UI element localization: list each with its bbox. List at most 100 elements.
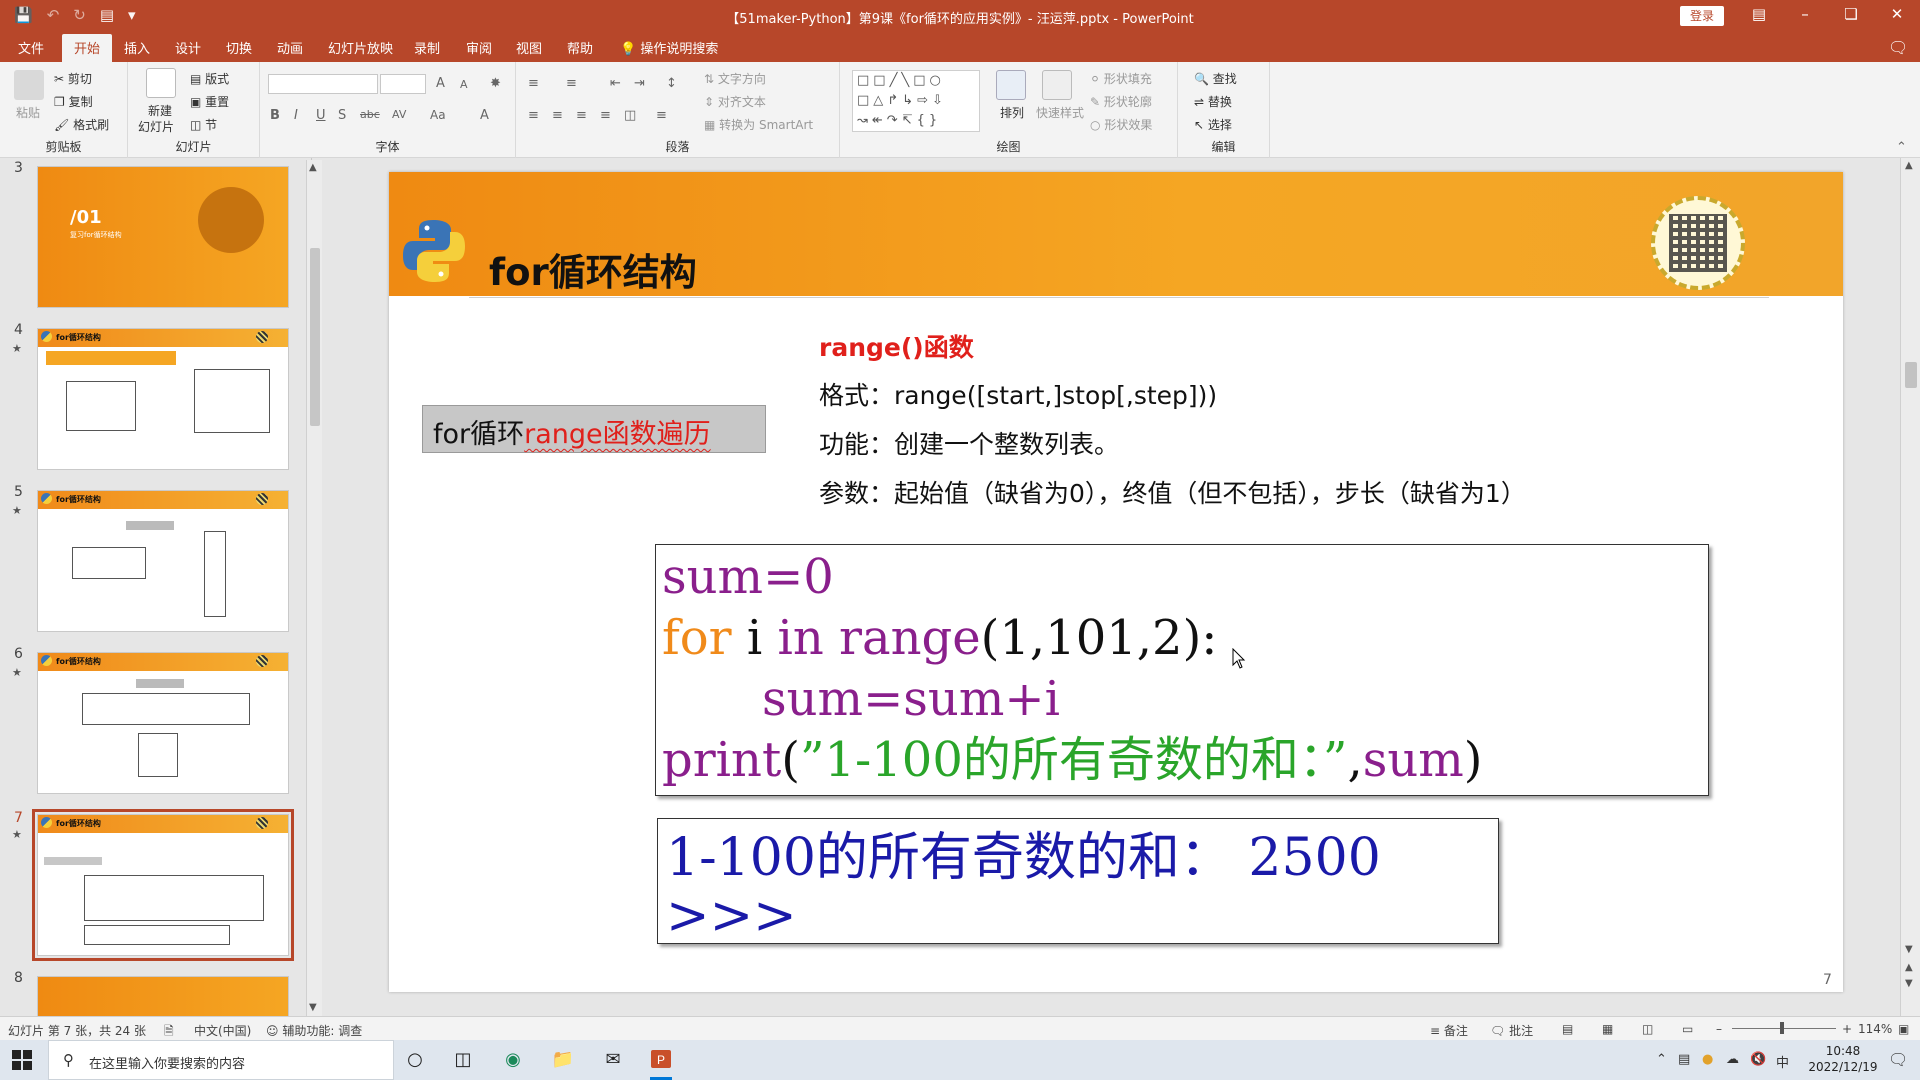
columns-icon[interactable]: ◫ <box>624 108 636 123</box>
slide-thumbnail-6[interactable]: for循环结构 <box>37 652 289 794</box>
cloud-icon[interactable]: ☁ <box>1726 1052 1739 1067</box>
arrange-button[interactable]: 排列 <box>1000 104 1024 121</box>
tell-me-search[interactable]: 💡 操作说明搜索 <box>620 38 718 57</box>
ime-indicator[interactable]: 中 <box>1776 1052 1789 1071</box>
bold-icon[interactable]: B <box>270 108 280 123</box>
output-block[interactable]: 1-100的所有奇数的和： 2500 >>> <box>657 818 1499 945</box>
zoom-slider[interactable] <box>1732 1028 1836 1029</box>
code-block[interactable]: sum=0 for i in range(1,101,2): sum=sum+i… <box>655 544 1709 796</box>
topic-label-box[interactable]: for循环range函数遍历 <box>422 405 766 453</box>
slideshow-view-icon[interactable]: ▭ <box>1682 1022 1693 1036</box>
notifications-icon[interactable]: 🗨 <box>1888 1050 1908 1069</box>
strikethrough-icon[interactable]: abc <box>360 108 380 121</box>
login-button[interactable]: 登录 <box>1680 6 1724 26</box>
line-spacing-icon[interactable]: ↕ <box>666 76 677 91</box>
numbering-icon[interactable]: ≡ <box>566 76 577 91</box>
shape-outline-button[interactable]: ✎ 形状轮廓 <box>1090 93 1152 110</box>
minimize-button[interactable]: – <box>1790 5 1820 23</box>
scroll-down-arrow-icon[interactable]: ▼ <box>1905 944 1913 955</box>
tab-record[interactable]: 录制 <box>414 38 440 57</box>
slide-thumbnail-5[interactable]: for循环结构 <box>37 490 289 632</box>
decrease-font-icon[interactable]: A <box>460 78 468 91</box>
previous-slide-icon[interactable]: ▲ <box>1905 962 1913 973</box>
scroll-thumb[interactable] <box>310 248 320 426</box>
align-left-icon[interactable]: ≡ <box>528 108 539 123</box>
copy-button[interactable]: ❐ 复制 <box>54 93 93 110</box>
quick-styles-button[interactable]: 快速样式 <box>1036 104 1084 121</box>
tab-animations[interactable]: 动画 <box>277 38 303 57</box>
notes-button[interactable]: ≡ 备注 <box>1430 1022 1468 1039</box>
shape-fill-button[interactable]: ⚪ 形状填充 <box>1090 70 1152 87</box>
justify-icon[interactable]: ≡ <box>600 108 611 123</box>
reset-button[interactable]: ▣ 重置 <box>190 93 229 110</box>
range-heading[interactable]: range()函数 <box>819 328 974 364</box>
font-size-combo[interactable] <box>380 74 426 94</box>
slide-thumbnail-7[interactable]: for循环结构 <box>32 809 294 961</box>
paste-icon[interactable] <box>14 70 44 100</box>
new-slide-icon[interactable] <box>146 68 176 98</box>
zoom-level[interactable]: 114% <box>1858 1022 1892 1036</box>
smartart-button[interactable]: ▦ 转换为 SmartArt <box>704 116 813 133</box>
cortana-icon[interactable]: ○ <box>402 1048 428 1072</box>
paste-button[interactable]: 粘贴 <box>16 104 40 121</box>
shape-effects-button[interactable]: ○ 形状效果 <box>1090 116 1152 133</box>
find-button[interactable]: 🔍 查找 <box>1194 70 1237 87</box>
char-spacing-icon[interactable]: AV <box>392 108 406 121</box>
range-function-line[interactable]: 功能：创建一个整数列表。 <box>819 425 1119 461</box>
file-explorer-icon[interactable]: 📁 <box>550 1048 576 1072</box>
new-slide-label[interactable]: 幻灯片 <box>138 118 174 135</box>
normal-view-icon[interactable]: ▤ <box>1562 1022 1573 1036</box>
scroll-up-arrow-icon[interactable]: ▲ <box>309 162 317 173</box>
increase-font-icon[interactable]: A <box>436 76 445 91</box>
comments-icon[interactable]: 🗨 <box>1888 38 1908 57</box>
scroll-down-arrow-icon[interactable]: ▼ <box>309 1002 317 1013</box>
quick-styles-icon[interactable] <box>1042 70 1072 100</box>
slide-sorter-icon[interactable]: ▦ <box>1602 1022 1613 1036</box>
underline-icon[interactable]: U <box>316 108 326 123</box>
task-view-icon[interactable]: ◫ <box>450 1048 476 1072</box>
range-format-line[interactable]: 格式：range([start,]stop[,step])) <box>819 376 1217 412</box>
slide-thumbnail-8[interactable] <box>37 976 289 1016</box>
tab-review[interactable]: 审阅 <box>466 38 492 57</box>
shapes-gallery[interactable]: □□╱╲□○ □△↱↳⇨⇩ ↝↞↷↸{} <box>852 70 980 132</box>
ribbon-display-options-icon[interactable]: ▤ <box>1744 5 1774 23</box>
close-button[interactable]: ✕ <box>1882 5 1912 23</box>
maximize-button[interactable]: ❏ <box>1836 5 1866 23</box>
section-button[interactable]: ◫ 节 <box>190 116 217 133</box>
mail-icon[interactable]: ✉ <box>600 1048 626 1072</box>
font-color-icon[interactable]: A <box>480 108 489 123</box>
text-direction-button[interactable]: ⇅ 文字方向 <box>704 70 766 87</box>
range-params-line[interactable]: 参数：起始值（缺省为0），终值（但不包括），步长（缺省为1） <box>819 474 1526 510</box>
scroll-up-arrow-icon[interactable]: ▲ <box>1905 160 1913 171</box>
taskbar-search-box[interactable]: ⚲ 在这里输入你要搜索的内容 <box>48 1040 394 1080</box>
distribute-icon[interactable]: ≡ <box>656 108 667 123</box>
tab-help[interactable]: 帮助 <box>567 38 593 57</box>
format-painter-button[interactable]: 🖌 格式刷 <box>54 116 109 133</box>
cut-button[interactable]: ✂ 剪切 <box>54 70 92 87</box>
volume-muted-icon[interactable]: 🔇 <box>1750 1052 1766 1067</box>
taskbar-clock[interactable]: 10:48 2022/12/19 <box>1808 1043 1878 1075</box>
slide-thumbnail-3[interactable]: /01 复习for循环结构 <box>37 166 289 308</box>
tab-insert[interactable]: 插入 <box>124 38 150 57</box>
tray-chevron-icon[interactable]: ⌃ <box>1656 1052 1667 1067</box>
slide-title[interactable]: for循环结构 <box>489 242 697 296</box>
network-icon[interactable]: ▤ <box>1678 1052 1690 1067</box>
thumbnail-scrollbar[interactable]: ▲ ▼ <box>306 160 322 1016</box>
zoom-slider-knob[interactable] <box>1780 1022 1784 1034</box>
powerpoint-taskbar-icon[interactable]: P <box>648 1048 674 1080</box>
scroll-thumb[interactable] <box>1905 362 1917 388</box>
reading-view-icon[interactable]: ◫ <box>1642 1022 1653 1036</box>
language-indicator[interactable]: 中文(中国) <box>194 1022 251 1039</box>
fit-to-window-icon[interactable]: ▣ <box>1898 1022 1909 1036</box>
align-right-icon[interactable]: ≡ <box>576 108 587 123</box>
layout-button[interactable]: ▤ 版式 <box>190 70 229 87</box>
next-slide-icon[interactable]: ▼ <box>1905 978 1913 989</box>
windows-start-icon[interactable] <box>12 1050 32 1070</box>
zoom-out-icon[interactable]: – <box>1716 1022 1722 1036</box>
tab-design[interactable]: 设计 <box>175 38 201 57</box>
decrease-indent-icon[interactable]: ⇤ <box>610 76 621 91</box>
tab-view[interactable]: 视图 <box>516 38 542 57</box>
tab-transitions[interactable]: 切换 <box>226 38 252 57</box>
clear-format-icon[interactable]: ✸ <box>490 76 501 91</box>
slide-canvas[interactable]: for循环结构 for循环range函数遍历 range()函数 格式：rang… <box>389 172 1843 992</box>
